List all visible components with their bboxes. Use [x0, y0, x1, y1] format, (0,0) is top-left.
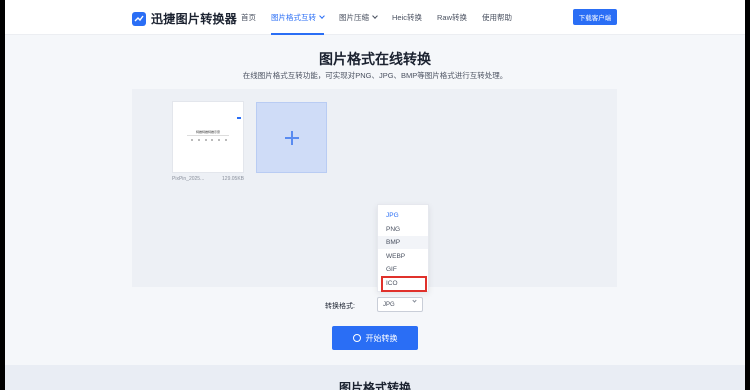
thumbnail-arrow-mark [237, 117, 241, 119]
nav-item[interactable]: 使用帮助 [482, 0, 512, 35]
format-select[interactable]: JPG [377, 297, 423, 312]
nav-item-label: Heic转换 [392, 13, 423, 22]
page-subtitle: 在线图片格式互转功能，可实现对PNG、JPG、BMP等图片格式进行互转处理。 [242, 71, 508, 80]
browser-page: 迅捷图片转换器 首页 图片格式互转 图片压缩 Heic转换 Raw转换 使用帮助 下载客户… [5, 0, 745, 390]
download-client-button[interactable]: 下载客户端 [573, 9, 617, 25]
nav-item-label: 图片格式互转 [271, 13, 316, 22]
nav-item[interactable]: 图片格式互转 [271, 0, 325, 35]
logo-icon [132, 11, 146, 26]
chevron-down-icon [412, 298, 417, 303]
section-title: 图片格式转换 [338, 381, 411, 390]
thumbnail-rule [187, 135, 229, 136]
circle-icon [352, 334, 361, 342]
uploaded-file-card[interactable]: 特推特推特推示意 PixPin_2025... 129.05KB [172, 101, 244, 185]
file-size: 129.05KB [222, 176, 244, 182]
nav-item[interactable]: Raw转换 [437, 0, 467, 35]
format-option-ico[interactable]: ICO [378, 277, 428, 290]
main-nav: 首页 图片格式互转 图片压缩 Heic转换 Raw转换 使用帮助 [241, 0, 527, 35]
format-label: 转换格式: [325, 303, 355, 310]
nav-item[interactable]: 图片压缩 [339, 0, 378, 35]
file-thumbnail: 特推特推特推示意 [172, 101, 244, 173]
nav-item-label: 图片压缩 [339, 13, 369, 22]
thumbnail-nodes [191, 139, 227, 147]
page-title: 图片格式在线转换 [319, 51, 431, 67]
format-dropdown-menu: JPG PNG BMP WEBP GIF ICO [377, 204, 429, 292]
nav-item-label: 使用帮助 [482, 13, 513, 22]
format-option-png[interactable]: PNG [378, 223, 428, 236]
brand-logo[interactable]: 迅捷图片转换器 [132, 10, 237, 27]
start-convert-button[interactable]: 开始转换 [332, 326, 418, 350]
nav-item[interactable]: Heic转换 [392, 0, 422, 35]
chevron-down-icon [372, 13, 378, 19]
top-header: 迅捷图片转换器 首页 图片格式互转 图片压缩 Heic转换 Raw转换 使用帮助 下载客户… [5, 0, 745, 35]
nav-item[interactable]: 首页 [241, 0, 256, 35]
upload-panel: 特推特推特推示意 PixPin_2025... 129.05KB [132, 89, 617, 287]
format-option-bmp[interactable]: BMP [378, 236, 428, 249]
format-option-gif[interactable]: GIF [378, 263, 428, 276]
plus-icon [284, 130, 299, 145]
nav-item-label: Raw转换 [437, 13, 468, 22]
thumbnail-title: 特推特推特推示意 [195, 130, 220, 134]
format-option-webp[interactable]: WEBP [378, 250, 428, 263]
chevron-down-icon [319, 13, 325, 19]
file-name: PixPin_2025... [172, 176, 205, 182]
add-file-button[interactable] [256, 102, 327, 173]
brand-name: 迅捷图片转换器 [151, 12, 238, 26]
start-convert-label: 开始转换 [365, 333, 398, 343]
format-select-value: JPG [383, 301, 395, 308]
nav-item-label: 首页 [241, 13, 256, 22]
format-option-jpg[interactable]: JPG [378, 209, 428, 222]
